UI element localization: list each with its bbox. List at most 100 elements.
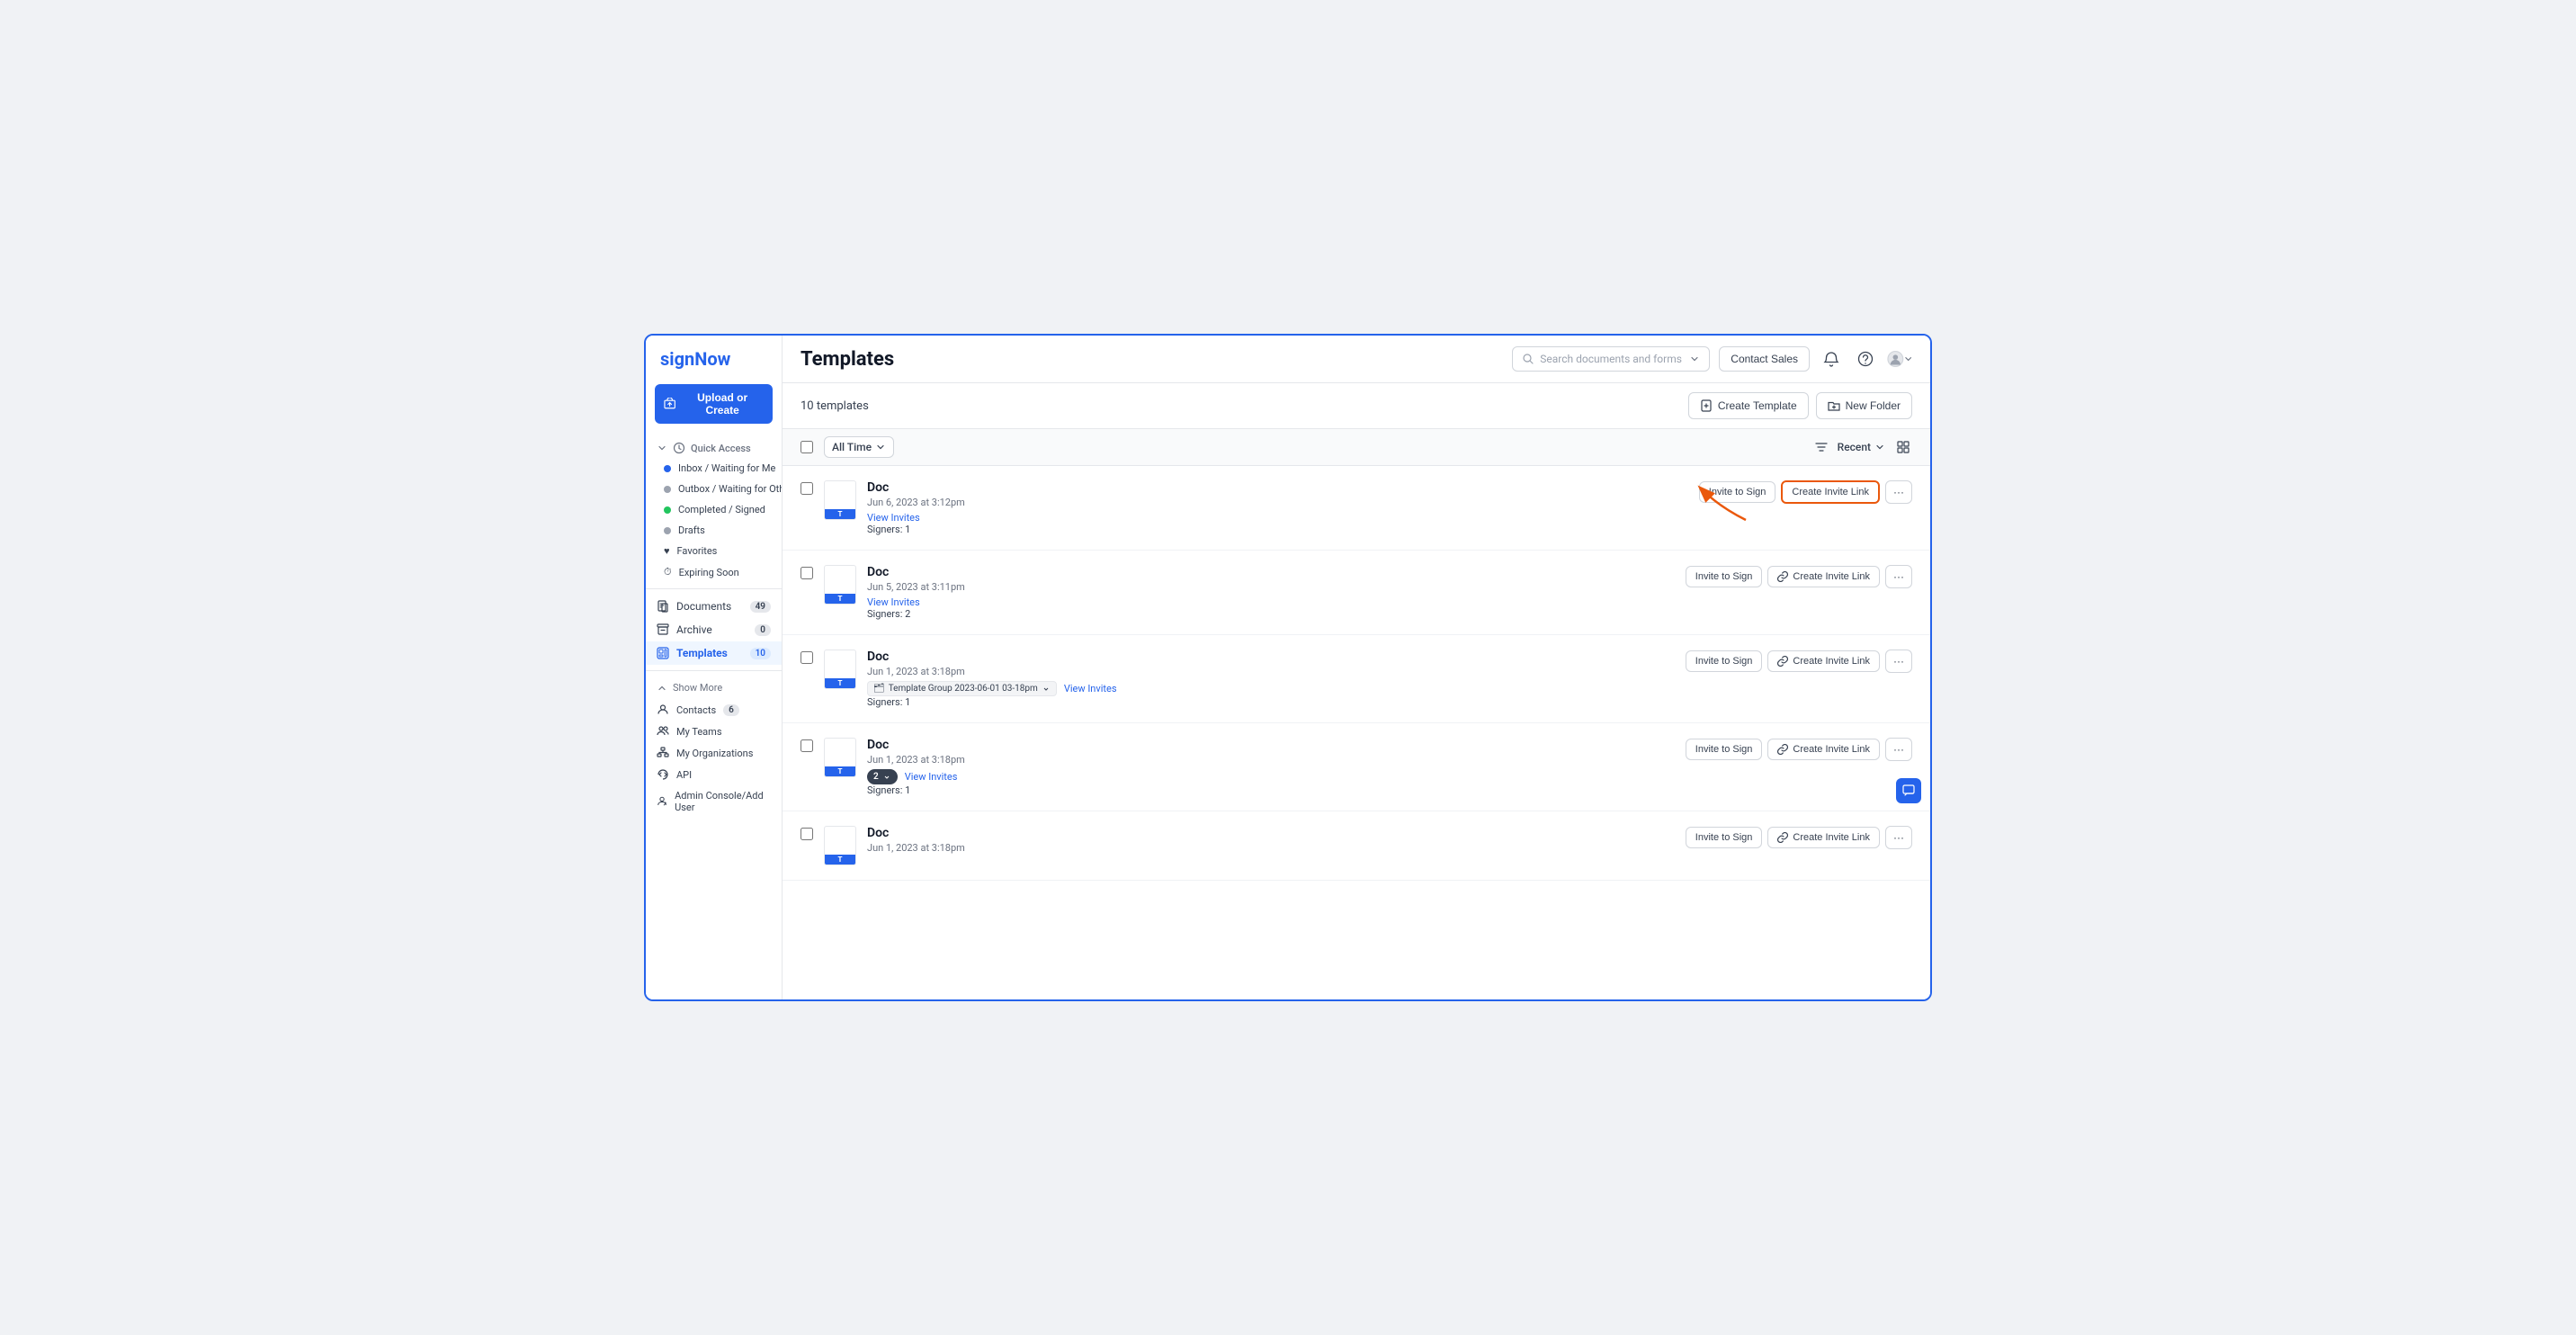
sidebar-item-completed[interactable]: Completed / Signed xyxy=(646,499,782,520)
sidebar-divider-1 xyxy=(646,588,782,589)
doc-actions-2: Invite to Sign Create Invite Link ··· xyxy=(1686,565,1912,588)
select-all-checkbox[interactable] xyxy=(801,441,813,453)
sort-button[interactable] xyxy=(1814,440,1829,454)
doc-actions-3: Invite to Sign Create Invite Link ··· xyxy=(1686,650,1912,673)
group-tag-4[interactable]: 2 xyxy=(867,769,898,784)
view-invites-link-1[interactable]: View Invites xyxy=(867,512,920,524)
doc-thumb-label-5: T xyxy=(825,855,855,865)
more-options-button-2[interactable]: ··· xyxy=(1885,565,1912,588)
doc-name-1: Doc xyxy=(867,480,1699,495)
more-options-button-1[interactable]: ··· xyxy=(1885,480,1912,504)
link-icon-3 xyxy=(1777,656,1788,667)
user-dropdown-icon xyxy=(1904,354,1912,363)
sidebar-item-inbox[interactable]: Inbox / Waiting for Me xyxy=(646,458,782,479)
doc-meta-1: View Invites xyxy=(867,512,1699,524)
templates-count: 10 templates xyxy=(801,399,869,413)
sidebar-item-my-teams[interactable]: My Teams xyxy=(646,721,782,742)
doc-thumbnail-1: T xyxy=(824,480,856,520)
doc-info-1: Doc Jun 6, 2023 at 3:12pm View Invites S… xyxy=(867,480,1699,535)
templates-toolbar: 10 templates Create Template New Folder xyxy=(783,383,1930,429)
doc-name-3: Doc xyxy=(867,650,1686,664)
organizations-icon xyxy=(657,747,669,759)
doc-date-1: Jun 6, 2023 at 3:12pm xyxy=(867,497,1699,508)
create-invite-link-button-5[interactable]: Create Invite Link xyxy=(1767,827,1880,848)
invite-to-sign-button-1[interactable]: Invite to Sign xyxy=(1699,481,1776,503)
sidebar-item-drafts[interactable]: Drafts xyxy=(646,520,782,541)
view-invites-link-3[interactable]: View Invites xyxy=(1064,683,1117,694)
document-item-2: T Doc Jun 5, 2023 at 3:11pm View Invites… xyxy=(783,551,1930,635)
toolbar-actions: Create Template New Folder xyxy=(1688,392,1912,419)
user-avatar[interactable] xyxy=(1887,346,1912,372)
template-group-tag-3[interactable]: 🗂 Template Group 2023-06-01 03-18pm xyxy=(867,681,1057,696)
sidebar-item-outbox[interactable]: Outbox / Waiting for Others xyxy=(646,479,782,499)
doc-actions-4: Invite to Sign Create Invite Link ··· xyxy=(1686,738,1912,761)
sort-icon xyxy=(1814,440,1829,454)
sidebar-item-favorites[interactable]: ♥ Favorites xyxy=(646,541,782,561)
document-list: T Doc Jun 6, 2023 at 3:12pm View Invites… xyxy=(783,466,1930,999)
sidebar-item-expiring[interactable]: ⏱ Expiring Soon xyxy=(646,561,782,583)
more-options-button-5[interactable]: ··· xyxy=(1885,826,1912,849)
help-icon[interactable] xyxy=(1853,346,1878,372)
sidebar-item-my-organizations[interactable]: My Organizations xyxy=(646,742,782,764)
search-icon xyxy=(1522,353,1534,365)
sidebar-item-archive[interactable]: Archive 0 xyxy=(646,618,782,641)
create-invite-link-button-1[interactable]: Create Invite Link xyxy=(1781,480,1880,504)
recent-dropdown[interactable]: Recent xyxy=(1838,441,1885,453)
doc-thumb-label-3: T xyxy=(825,678,855,688)
sidebar-divider-2 xyxy=(646,670,782,671)
upload-icon xyxy=(664,398,675,410)
sidebar-item-api[interactable]: API xyxy=(646,764,782,785)
search-box[interactable]: Search documents and forms xyxy=(1512,346,1710,372)
quick-access-icon xyxy=(673,442,685,454)
all-time-chevron-icon xyxy=(875,442,886,452)
chat-float-button[interactable] xyxy=(1896,778,1921,803)
grid-view-icon[interactable] xyxy=(1894,438,1912,456)
sidebar-item-admin[interactable]: Admin Console/Add User xyxy=(646,785,782,818)
new-folder-button[interactable]: New Folder xyxy=(1816,392,1912,419)
invite-to-sign-button-3[interactable]: Invite to Sign xyxy=(1686,650,1763,672)
doc-signers-2: Signers: 2 xyxy=(867,608,1686,620)
doc-checkbox-1[interactable] xyxy=(801,482,813,495)
sidebar-item-templates[interactable]: Templates 10 xyxy=(646,641,782,665)
recent-chevron-icon xyxy=(1874,442,1885,452)
create-template-button[interactable]: Create Template xyxy=(1688,392,1809,419)
doc-checkbox-3[interactable] xyxy=(801,651,813,664)
search-dropdown-icon xyxy=(1689,354,1700,364)
chevron-down-icon xyxy=(657,443,667,453)
more-options-button-4[interactable]: ··· xyxy=(1885,738,1912,761)
contact-sales-button[interactable]: Contact Sales xyxy=(1719,346,1810,372)
invite-to-sign-button-5[interactable]: Invite to Sign xyxy=(1686,827,1763,848)
app-logo: signNow xyxy=(660,348,730,370)
filter-left: All Time xyxy=(801,436,894,458)
doc-thumbnail-5: T xyxy=(824,826,856,865)
tag-chevron-icon-3 xyxy=(1042,685,1051,694)
more-options-button-3[interactable]: ··· xyxy=(1885,650,1912,673)
doc-name-4: Doc xyxy=(867,738,1686,752)
invite-to-sign-button-2[interactable]: Invite to Sign xyxy=(1686,566,1763,587)
all-time-dropdown[interactable]: All Time xyxy=(824,436,894,458)
sidebar-item-contacts[interactable]: Contacts 6 xyxy=(646,699,782,721)
document-item-3: T Doc Jun 1, 2023 at 3:18pm 🗂 Template G… xyxy=(783,635,1930,723)
show-more-toggle[interactable]: Show More xyxy=(646,676,782,699)
upload-create-button[interactable]: Upload or Create xyxy=(655,384,773,424)
notifications-icon[interactable] xyxy=(1819,346,1844,372)
doc-checkbox-4[interactable] xyxy=(801,739,813,752)
view-invites-link-4[interactable]: View Invites xyxy=(905,771,958,783)
document-item-4: T Doc Jun 1, 2023 at 3:18pm 2 View Invit… xyxy=(783,723,1930,811)
sidebar-item-documents[interactable]: Documents 49 xyxy=(646,595,782,618)
quick-access-header[interactable]: Quick Access xyxy=(646,436,782,458)
doc-actions-1: Invite to Sign Create Invite Link ··· xyxy=(1699,480,1912,504)
doc-thumbnail-2: T xyxy=(824,565,856,605)
create-invite-link-button-2[interactable]: Create Invite Link xyxy=(1767,566,1880,587)
create-invite-link-button-3[interactable]: Create Invite Link xyxy=(1767,650,1880,672)
create-invite-link-button-4[interactable]: Create Invite Link xyxy=(1767,739,1880,760)
inbox-dot xyxy=(664,465,671,472)
view-invites-link-2[interactable]: View Invites xyxy=(867,596,920,608)
doc-checkbox-5[interactable] xyxy=(801,828,813,840)
app-frame: signNow Upload or Create Quick Access In… xyxy=(644,334,1932,1001)
invite-to-sign-button-4[interactable]: Invite to Sign xyxy=(1686,739,1763,760)
completed-dot xyxy=(664,506,671,514)
doc-checkbox-2[interactable] xyxy=(801,567,813,579)
search-placeholder: Search documents and forms xyxy=(1540,353,1684,365)
doc-thumb-label-1: T xyxy=(825,509,855,519)
